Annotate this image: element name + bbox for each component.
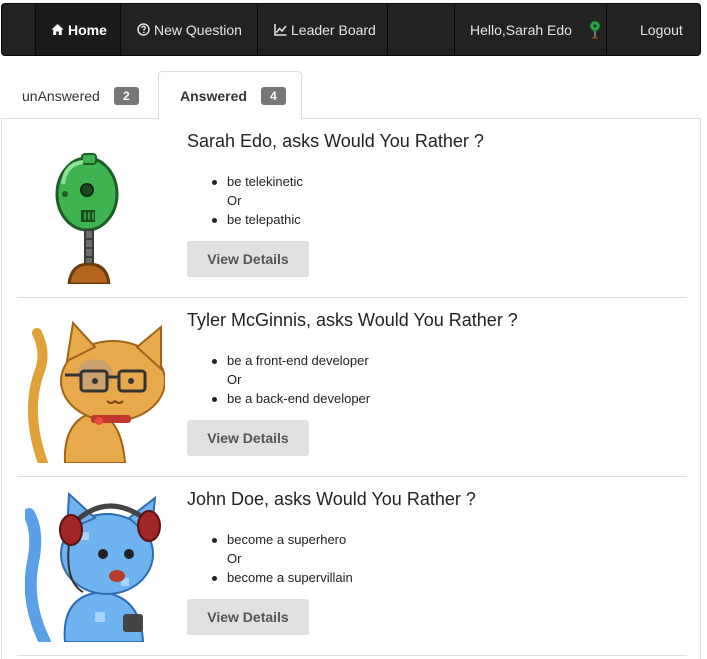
question-title: Sarah Edo, asks Would You Rather ? xyxy=(187,131,484,151)
question-title: John Doe, asks Would You Rather ? xyxy=(187,489,476,509)
option-one: be a front-end developer xyxy=(187,351,370,370)
blue-cat-headphones-avatar xyxy=(23,491,165,648)
questions-panel: Sarah Edo, asks Would You Rather ? be te… xyxy=(1,118,701,659)
nav-new-question-label: New Question xyxy=(154,21,242,38)
nav-home-label: Home xyxy=(68,21,107,38)
nav-leader-board[interactable]: Leader Board xyxy=(257,4,388,55)
nav-logout[interactable]: Logout xyxy=(606,4,702,55)
option-two: become a supervillain xyxy=(187,568,353,587)
question-options: be a front-end developer Or be a back-en… xyxy=(187,351,370,408)
question-card: Sarah Edo, asks Would You Rather ? be te… xyxy=(17,119,687,298)
greeting-text: Hello,Sarah Edo xyxy=(470,21,572,38)
nav-logout-label: Logout xyxy=(640,21,683,38)
tab-unanswered-label: unAnswered xyxy=(22,88,100,104)
option-one: be telekinetic xyxy=(187,172,303,191)
answered-count-badge: 4 xyxy=(260,86,286,105)
view-details-button[interactable]: View Details xyxy=(187,599,309,635)
tab-unanswered[interactable]: unAnswered 2 xyxy=(0,73,158,119)
question-options: become a superhero Or become a supervill… xyxy=(187,530,353,587)
option-two: be telepathic xyxy=(187,210,303,229)
question-circle-icon xyxy=(137,23,150,36)
unanswered-count-badge: 2 xyxy=(113,87,139,105)
nav-user-greeting: Hello,Sarah Edo xyxy=(454,4,607,55)
option-two: be a back-end developer xyxy=(187,389,370,408)
green-robot-avatar xyxy=(25,134,165,286)
user-avatar-icon xyxy=(588,20,602,40)
option-one: become a superhero xyxy=(187,530,353,549)
nav-new-question[interactable]: New Question xyxy=(120,4,258,55)
top-navbar: Home New Question Leader Board Hello,Sar… xyxy=(1,3,701,56)
question-options: be telekinetic Or be telepathic xyxy=(187,172,303,229)
question-title: Tyler McGinnis, asks Would You Rather ? xyxy=(187,310,518,330)
view-details-button[interactable]: View Details xyxy=(187,420,309,456)
or-separator: Or xyxy=(227,372,242,387)
nav-home[interactable]: Home xyxy=(35,4,121,55)
tab-answered-label: Answered xyxy=(180,87,247,104)
home-icon xyxy=(51,23,64,36)
question-card: Tyler McGinnis, asks Would You Rather ? … xyxy=(17,298,687,477)
view-details-button[interactable]: View Details xyxy=(187,241,309,277)
question-card: John Doe, asks Would You Rather ? become… xyxy=(17,477,687,656)
orange-cat-glasses-avatar xyxy=(25,313,166,468)
line-chart-icon xyxy=(274,23,287,36)
or-separator: Or xyxy=(227,551,242,566)
tab-answered[interactable]: Answered 4 xyxy=(158,71,302,120)
or-separator: Or xyxy=(227,193,242,208)
nav-leader-board-label: Leader Board xyxy=(291,21,376,38)
